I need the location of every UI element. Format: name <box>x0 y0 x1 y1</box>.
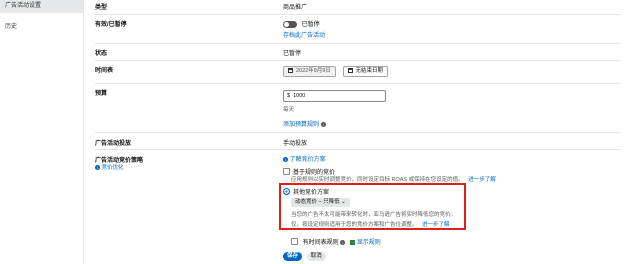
schedule-label: 时间表 <box>95 68 114 74</box>
status-label: 状态 <box>95 51 108 57</box>
row-targeting: 广告活动投放 手动投放 <box>95 133 620 150</box>
status-toggle-group: 已暂停 <box>283 19 320 28</box>
calendar-icon <box>288 68 293 73</box>
budget-input[interactable]: $ 1000 <box>283 90 386 102</box>
info-icon[interactable]: i <box>320 122 326 127</box>
bid-optimization-link[interactable]: i 竞价优化 <box>95 163 124 171</box>
schedule-rules-checkbox[interactable] <box>291 238 298 245</box>
cancel-button[interactable]: 取消 <box>306 252 326 261</box>
row-type: 类型 商品推广 <box>95 0 620 15</box>
budget-label: 预算 <box>95 91 108 97</box>
type-label: 类型 <box>95 5 108 11</box>
info-icon[interactable]: i <box>340 240 346 245</box>
type-value: 商品推广 <box>283 5 308 11</box>
learn-bidding-link[interactable]: i 了解竞价方案 <box>283 154 326 163</box>
row-status-toggle: 有效/已暂停 已暂停 存档此广告活动 <box>95 15 620 44</box>
sidebar-item-history[interactable]: 历史 <box>0 21 83 34</box>
calendar-icon <box>347 68 353 73</box>
status-toggle-label: 有效/已暂停 <box>95 22 127 28</box>
rule-based-checkbox[interactable] <box>283 168 290 175</box>
archive-campaign-link[interactable]: 存档此广告活动 <box>283 30 325 39</box>
status-value: 已暂停 <box>283 51 302 57</box>
rule-based-desc: 应用规则以实时调整竞价，同时设定目标 ROAS 或保持在您设定的值。 进一步了解 <box>291 177 496 183</box>
start-date-field: 2022年9月9日 <box>283 66 336 77</box>
date-range: 2022年9月9日 无结束日期 <box>283 66 389 77</box>
budget-period: 每天 <box>283 107 295 113</box>
rule-based-learn-more[interactable]: 进一步了解 <box>468 177 496 183</box>
pause-toggle[interactable] <box>283 20 297 28</box>
toggle-state: 已暂停 <box>301 22 320 28</box>
row-budget: 预算 $ 1000 每天 添加预算规则 i <box>95 84 620 133</box>
schedule-rules: 有时间表规则 i 显示规则 <box>291 237 381 246</box>
highlight-box <box>279 183 466 230</box>
targeting-value: 手动投放 <box>283 141 308 147</box>
sidebar-divider <box>83 0 84 264</box>
add-budget-rule-link[interactable]: 添加预算规则 <box>283 122 319 128</box>
info-icon: i <box>283 157 288 162</box>
end-date-field[interactable]: 无结束日期 <box>342 66 389 77</box>
show-rules-link[interactable]: 显示规则 <box>357 240 381 246</box>
targeting-label: 广告活动投放 <box>95 141 132 147</box>
sidebar-item-campaign-settings[interactable]: 广告活动设置 <box>0 0 83 13</box>
action-buttons: 保存 取消 <box>283 252 326 261</box>
save-button[interactable]: 保存 <box>283 252 303 261</box>
row-status: 状态 已暂停 <box>95 44 620 61</box>
rule-status-icon <box>350 240 356 245</box>
budget-rules: 添加预算规则 i <box>283 119 326 128</box>
row-schedule: 时间表 2022年9月9日 无结束日期 <box>95 61 620 84</box>
info-icon: i <box>95 165 100 170</box>
budget-group: $ 1000 <box>283 90 386 102</box>
sidebar: 广告活动设置 历史 <box>0 0 83 264</box>
